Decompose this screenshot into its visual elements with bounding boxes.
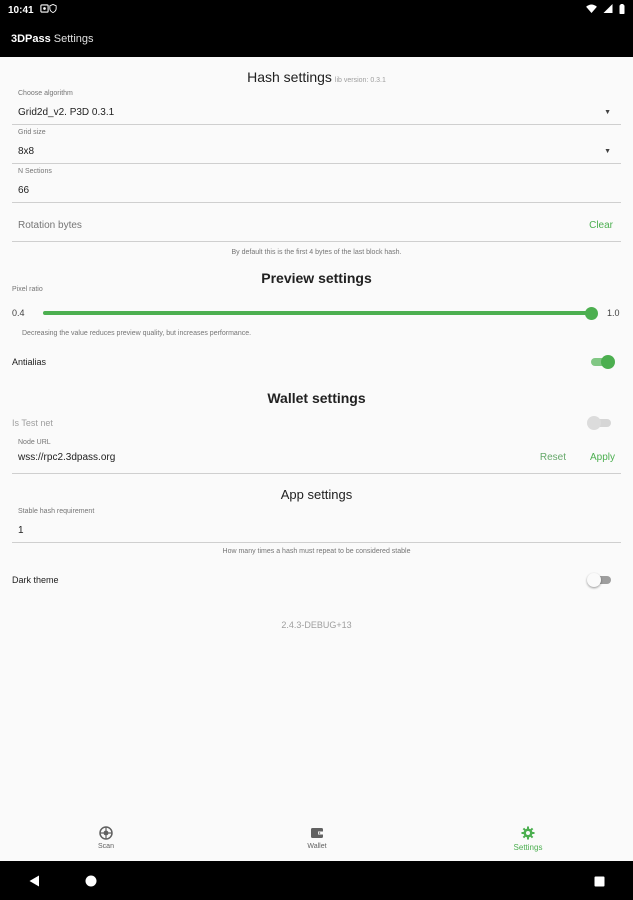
slider-min-label: 0.4	[12, 308, 25, 318]
grid-size-select[interactable]: Grid size 8x8 ▼	[12, 126, 621, 164]
n-sections-label: N Sections	[18, 168, 52, 175]
dropdown-arrow-icon: ▼	[604, 148, 611, 155]
rotation-help-text: By default this is the first 4 bytes of …	[231, 249, 402, 256]
preview-settings-title: Preview settings	[261, 270, 372, 286]
app-brand: 3DPass	[11, 32, 51, 45]
hash-settings-heading: Hash settings	[247, 69, 332, 85]
grid-size-value: 8x8	[18, 146, 35, 157]
stable-hash-label: Stable hash requirement	[18, 508, 95, 515]
dark-theme-label: Dark theme	[12, 575, 59, 585]
app-bar: 3DPass Settings	[0, 20, 633, 57]
status-bar: 10:41	[0, 0, 633, 20]
grid-size-label: Grid size	[18, 129, 46, 136]
slider-max-label: 1.0	[607, 308, 620, 318]
wallet-icon	[310, 826, 324, 840]
reset-button[interactable]: Reset	[540, 452, 566, 463]
node-url-field[interactable]: Node URL wss://rpc2.3dpass.org Reset App…	[12, 435, 621, 474]
bottom-navigation: Scan Wallet Settings	[0, 820, 633, 861]
node-url-label: Node URL	[18, 439, 51, 446]
antialias-toggle[interactable]	[589, 355, 615, 369]
back-icon[interactable]	[29, 874, 40, 892]
home-icon[interactable]	[85, 874, 97, 892]
scan-icon	[99, 826, 113, 840]
testnet-label: Is Test net	[12, 418, 53, 428]
status-time: 10:41	[8, 4, 34, 16]
nav-scan-label: Scan	[98, 843, 114, 850]
rotation-bytes-field[interactable]: Rotation bytes Clear	[12, 204, 621, 242]
page-title: Settings	[53, 32, 94, 45]
app-version: 2.4.3-DEBUG+13	[281, 620, 352, 630]
nav-scan[interactable]: Scan	[76, 826, 136, 850]
pixel-ratio-slider[interactable]	[43, 311, 591, 315]
algorithm-value: Grid2d_v2. P3D 0.3.1	[18, 107, 115, 118]
hash-settings-title: Hash settings lib version: 0.3.1	[0, 69, 633, 85]
system-navigation-bar	[0, 861, 633, 900]
signal-icon	[603, 4, 613, 16]
apply-button[interactable]: Apply	[590, 452, 615, 463]
dropdown-arrow-icon: ▼	[604, 109, 611, 116]
n-sections-field[interactable]: N Sections 66	[12, 165, 621, 203]
rotation-bytes-placeholder: Rotation bytes	[18, 220, 82, 231]
app-settings-title: App settings	[280, 487, 353, 502]
stable-hash-value: 1	[18, 525, 24, 536]
notification-icon	[39, 4, 49, 16]
node-url-value: wss://rpc2.3dpass.org	[18, 452, 116, 463]
nav-settings-label: Settings	[513, 843, 543, 852]
recents-icon[interactable]	[594, 874, 605, 892]
nav-wallet[interactable]: Wallet	[287, 826, 347, 850]
clear-button[interactable]: Clear	[589, 220, 613, 231]
gear-icon	[521, 826, 535, 840]
battery-icon	[619, 3, 625, 17]
antialias-label: Antialias	[12, 357, 47, 367]
testnet-toggle[interactable]	[587, 416, 613, 430]
shield-icon	[48, 3, 57, 16]
n-sections-value: 66	[18, 185, 30, 196]
nav-settings[interactable]: Settings	[498, 826, 558, 852]
wifi-icon	[586, 4, 597, 16]
slider-thumb[interactable]	[585, 307, 598, 320]
stable-hash-help: How many times a hash must repeat to be …	[222, 548, 411, 555]
dark-theme-toggle[interactable]	[587, 573, 613, 587]
settings-content: Hash settings lib version: 0.3.1 Choose a…	[0, 57, 633, 820]
algorithm-select[interactable]: Choose algorithm Grid2d_v2. P3D 0.3.1 ▼	[12, 87, 621, 125]
lib-version: lib version: 0.3.1	[334, 77, 386, 84]
pixel-ratio-help: Decreasing the value reduces preview qua…	[22, 330, 252, 337]
nav-wallet-label: Wallet	[307, 843, 327, 850]
pixel-ratio-label: Pixel ratio	[12, 286, 43, 293]
algorithm-label: Choose algorithm	[18, 90, 73, 97]
wallet-settings-title: Wallet settings	[267, 390, 366, 406]
stable-hash-field[interactable]: Stable hash requirement 1	[12, 505, 621, 543]
